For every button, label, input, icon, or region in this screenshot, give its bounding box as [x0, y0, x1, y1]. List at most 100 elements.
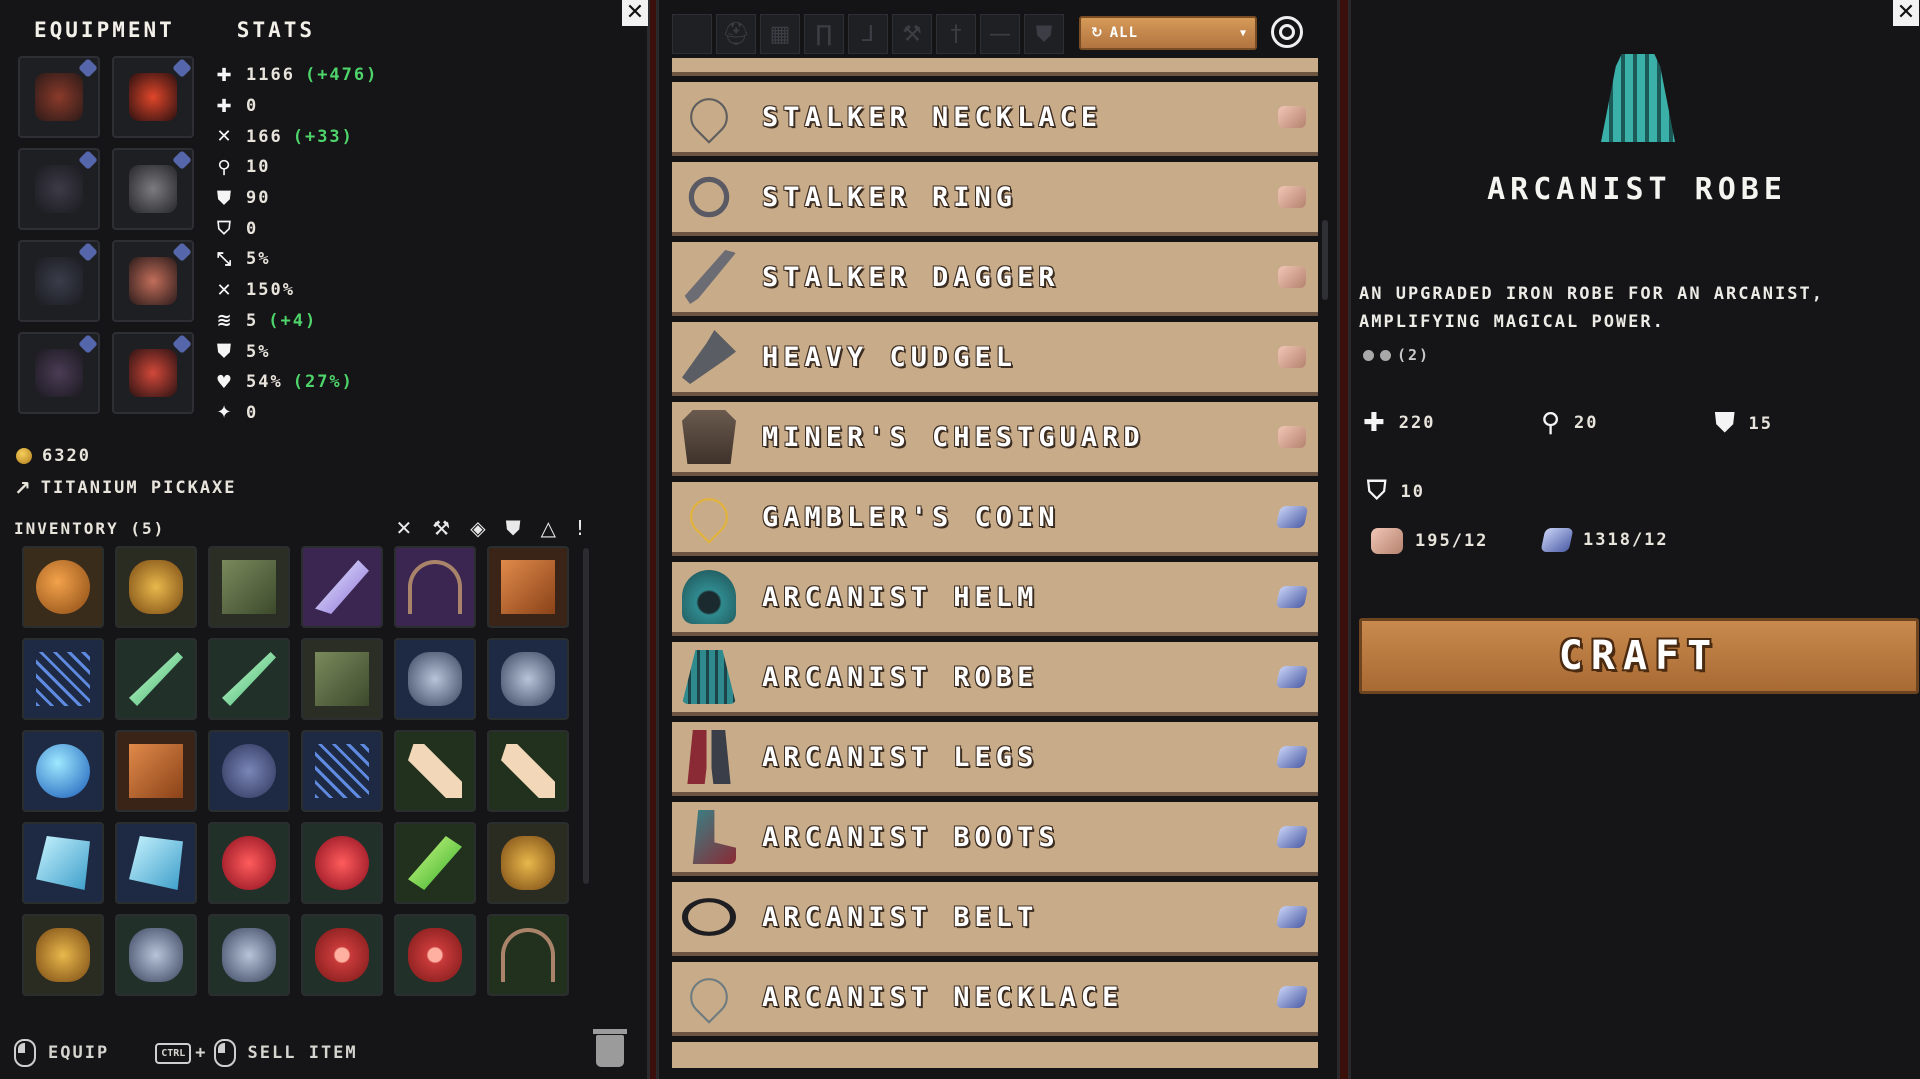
cobalt-ore-icon — [1275, 986, 1309, 1008]
stat-bonus: (+476) — [304, 65, 379, 86]
boots-icon — [692, 810, 736, 864]
cost-cobalt: 1318/12 — [1540, 528, 1669, 552]
socket-count: (2) — [1363, 346, 1430, 364]
recipe-arcanist-necklace[interactable]: ARCANIST NECKLACE — [672, 962, 1318, 1036]
inventory-slot[interactable] — [208, 730, 290, 812]
category-helmet-icon[interactable]: ⛑ — [716, 14, 756, 54]
category-chest-icon[interactable]: ▦ — [760, 14, 800, 54]
stat-value: 15 — [1748, 413, 1773, 434]
crafting-list-panel: ⛑ ▦ ∏ ⅃ ⚒ † — ⛊ ↻ ALL ▼ STALKER NECKLACE… — [656, 0, 1340, 1079]
craft-button[interactable]: CRAFT — [1359, 618, 1919, 694]
recipe-arcanist-belt[interactable]: ARCANIST BELT — [672, 882, 1318, 956]
filter-tools-icon[interactable]: ⚒ — [432, 516, 450, 540]
equip-slot-helmet[interactable] — [18, 56, 100, 138]
inventory-slot[interactable] — [394, 822, 476, 904]
stat-health: ✚ 1166 (+476) — [214, 60, 378, 91]
filter-misc-icon[interactable]: ! — [576, 516, 584, 540]
material-filter-dropdown[interactable]: ↻ ALL ▼ — [1079, 16, 1257, 50]
recipe-arcanist-boots[interactable]: ARCANIST BOOTS — [672, 802, 1318, 876]
inventory-slot[interactable] — [115, 546, 197, 628]
inventory-slot[interactable] — [487, 822, 569, 904]
socket-count-label: (2) — [1397, 346, 1431, 364]
filter-gems-icon[interactable]: ◈ — [470, 516, 485, 540]
trash-icon[interactable] — [593, 1029, 627, 1067]
equip-slot-necklace[interactable] — [112, 56, 194, 138]
inventory-slot[interactable] — [22, 546, 104, 628]
equip-slot-chest[interactable] — [18, 148, 100, 230]
category-axe-icon[interactable]: ⚒ — [892, 14, 932, 54]
equip-slot-boots[interactable] — [18, 332, 100, 414]
inventory-slot[interactable] — [22, 638, 104, 720]
stat-attack: ✕ 166 (+33) — [214, 121, 378, 152]
category-all-icon[interactable] — [672, 14, 712, 54]
category-sword-icon[interactable]: † — [936, 14, 976, 54]
stat-value: 20 — [1574, 413, 1599, 433]
equip-slot-belt[interactable] — [112, 240, 194, 322]
inventory-slot[interactable] — [301, 822, 383, 904]
inventory-slot[interactable] — [208, 822, 290, 904]
iron-ore-icon — [1278, 186, 1306, 208]
inventory-scrollbar[interactable] — [583, 548, 589, 884]
stat-thorns: ✦ 0 — [214, 398, 378, 429]
gem-icon — [78, 58, 98, 78]
filter-weapons-icon[interactable]: ✕ — [395, 516, 412, 540]
category-dagger-icon[interactable]: — — [980, 14, 1020, 54]
inventory-slot[interactable] — [487, 730, 569, 812]
equip-slot-ring[interactable] — [112, 332, 194, 414]
filter-armor-icon[interactable]: ⛊ — [506, 516, 521, 540]
inventory-slot[interactable] — [487, 638, 569, 720]
tab-stats[interactable]: STATS — [237, 18, 315, 42]
equip-slot-legs[interactable] — [18, 240, 100, 322]
inventory-slot[interactable] — [301, 546, 383, 628]
inventory-slot[interactable] — [208, 914, 290, 996]
inventory-slot[interactable] — [301, 730, 383, 812]
inventory-slot[interactable] — [22, 822, 104, 904]
close-detail-panel-button[interactable]: ✕ — [1893, 0, 1919, 26]
inventory-slot[interactable] — [487, 546, 569, 628]
inventory-slot[interactable] — [394, 546, 476, 628]
category-shield-icon[interactable]: ⛊ — [1024, 14, 1064, 54]
tab-equipment[interactable]: EQUIPMENT — [34, 18, 175, 42]
item-title: ARCANIST ROBE — [1487, 172, 1787, 207]
cost-iron: 195/12 — [1371, 528, 1488, 554]
recipe-name: ARCANIST BOOTS — [762, 821, 1060, 853]
inventory-slot[interactable] — [22, 730, 104, 812]
inventory-slot[interactable] — [394, 638, 476, 720]
filter-materials-icon[interactable]: △ — [541, 516, 556, 540]
honeycomb-icon — [501, 836, 555, 890]
crit-chance-icon: ⤡ — [216, 248, 234, 270]
recipe-arcanist-helm[interactable]: ARCANIST HELM — [672, 562, 1318, 636]
inventory-slot[interactable] — [115, 730, 197, 812]
equip-slot-weapon[interactable] — [112, 148, 194, 230]
iron-ore-icon — [1278, 426, 1306, 448]
recipe-name: ARCANIST LEGS — [762, 741, 1039, 773]
recipe-stalker-dagger[interactable]: STALKER DAGGER — [672, 242, 1318, 316]
inventory-slot[interactable] — [301, 914, 383, 996]
inventory-slot[interactable] — [208, 546, 290, 628]
cost-value: 195/12 — [1415, 531, 1489, 551]
recipe-heavy-cudgel[interactable]: HEAVY CUDGEL — [672, 322, 1318, 396]
inventory-header: INVENTORY (5) ✕ ⚒ ◈ ⛊ △ ! — [14, 516, 584, 540]
inventory-slot[interactable] — [115, 638, 197, 720]
inventory-slot[interactable] — [115, 822, 197, 904]
stat-regen: ✚ 0 — [214, 91, 378, 122]
inventory-slot[interactable] — [115, 914, 197, 996]
recipe-list-scrollbar[interactable] — [1322, 220, 1328, 300]
recipe-miners-chestguard[interactable]: MINER'S CHESTGUARD — [672, 402, 1318, 476]
inventory-slot[interactable] — [208, 638, 290, 720]
inventory-slot[interactable] — [487, 914, 569, 996]
inventory-slot[interactable] — [394, 914, 476, 996]
category-boots-icon[interactable]: ⅃ — [848, 14, 888, 54]
category-legs-icon[interactable]: ∏ — [804, 14, 844, 54]
recipe-arcanist-legs[interactable]: ARCANIST LEGS — [672, 722, 1318, 796]
recipe-gamblers-coin[interactable]: GAMBLER'S COIN — [672, 482, 1318, 556]
target-icon[interactable] — [1271, 16, 1303, 48]
inventory-slot[interactable] — [22, 914, 104, 996]
close-left-panel-button[interactable]: ✕ — [622, 0, 648, 26]
recipe-stalker-ring[interactable]: STALKER RING — [672, 162, 1318, 236]
recipe-name: ARCANIST ROBE — [762, 661, 1039, 693]
recipe-arcanist-robe[interactable]: ARCANIST ROBE — [672, 642, 1318, 716]
inventory-slot[interactable] — [394, 730, 476, 812]
inventory-slot[interactable] — [301, 638, 383, 720]
recipe-stalker-necklace[interactable]: STALKER NECKLACE — [672, 82, 1318, 156]
